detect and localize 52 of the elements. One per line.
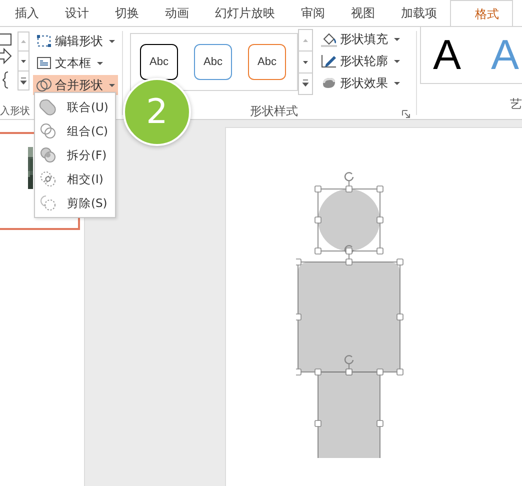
menu-item-label: 联合(U) <box>67 100 108 114</box>
text-box-icon <box>36 55 52 71</box>
selection-handles[interactable] <box>296 172 404 458</box>
ribbon-command[interactable]: 形状轮廓 <box>318 51 403 71</box>
dialog-launcher-icon[interactable] <box>402 110 410 118</box>
menu-item-label: 拆分(F) <box>67 148 107 162</box>
ribbon-tab[interactable]: 设计 <box>52 0 102 26</box>
edit-points-icon <box>36 33 52 49</box>
paint-bucket-icon <box>321 31 337 47</box>
menu-item[interactable]: 联合(U) <box>35 95 115 119</box>
caret-icon <box>109 40 115 42</box>
group-label: 入形状 <box>0 104 30 118</box>
menu-item[interactable]: 相交(I) <box>35 167 115 191</box>
caret-icon <box>394 82 400 84</box>
caret-icon <box>97 62 103 64</box>
menu-item-label: 组合(C) <box>67 124 108 138</box>
ribbon-command[interactable]: 形状填充 <box>318 29 403 49</box>
ribbon-tab[interactable]: 幻灯片放映 <box>202 0 288 26</box>
ribbon-tab[interactable]: 格式 <box>450 0 513 27</box>
menu-item-label: 剪除(S) <box>67 196 108 210</box>
fragment-icon <box>39 146 57 164</box>
pen-outline-icon <box>321 53 337 69</box>
shape-gallery[interactable] <box>0 31 30 91</box>
ribbon-tab[interactable]: 加载项 <box>388 0 450 26</box>
subtract-icon <box>39 194 57 212</box>
caret-icon <box>394 60 400 62</box>
merge-shapes-icon <box>36 77 52 93</box>
shape-effects-icon <box>321 75 337 91</box>
style-swatch[interactable]: Abc <box>248 44 286 80</box>
caret-icon <box>109 84 115 86</box>
union-icon <box>39 98 57 116</box>
menu-item-label: 相交(I) <box>67 172 104 186</box>
menu-item[interactable]: 拆分(F) <box>35 143 115 167</box>
combine-icon <box>39 122 57 140</box>
group-label: 艺 <box>509 96 522 113</box>
circle-shape[interactable] <box>318 189 380 251</box>
menu-item[interactable]: 组合(C) <box>35 119 115 143</box>
ribbon-tab[interactable]: 审阅 <box>288 0 338 26</box>
ribbon-command[interactable]: 编辑形状 <box>33 31 118 51</box>
menu-item[interactable]: 剪除(S) <box>35 191 115 215</box>
caret-icon <box>394 38 400 40</box>
ribbon-tab[interactable]: 动画 <box>152 0 202 26</box>
ribbon-tab[interactable]: 插入 <box>2 0 52 26</box>
ribbon-command[interactable]: 文本框 <box>33 53 118 73</box>
ribbon-tab[interactable]: 切换 <box>102 0 152 26</box>
style-swatch[interactable]: Abc <box>194 44 232 80</box>
group-label: 形状样式 <box>250 103 298 120</box>
wordart-sample[interactable]: A <box>433 34 462 76</box>
ribbon-tab[interactable]: 视图 <box>338 0 388 26</box>
intersect-icon <box>39 170 57 188</box>
gallery-scroll-buttons[interactable] <box>298 29 313 95</box>
ribbon-command[interactable]: 形状效果 <box>318 73 403 93</box>
